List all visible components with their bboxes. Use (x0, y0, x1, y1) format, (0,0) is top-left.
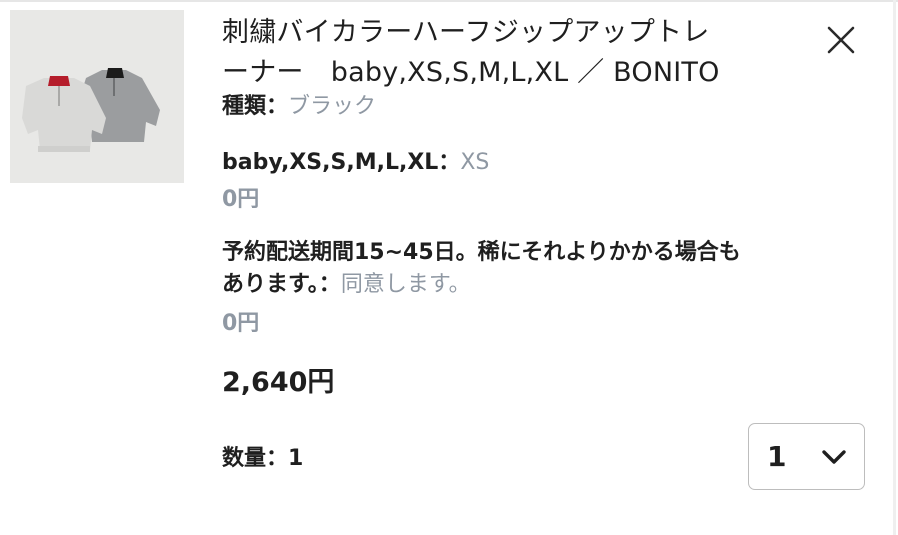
shipping-notice-price: 0円 (222, 311, 260, 336)
close-button[interactable] (818, 20, 864, 60)
shipping-notice-label: あります。： (222, 272, 341, 297)
right-edge-divider (893, 0, 896, 535)
quantity-label: 数量：1 (222, 446, 304, 471)
option-size: baby,XS,S,M,L,XL：XS (222, 148, 489, 178)
option-type: 種類：ブラック (222, 92, 376, 122)
shipping-notice: 予約配送期間15~45日。稀にそれよりかかる場合も あります。：同意します。 (222, 237, 872, 301)
shipping-notice-line1: 予約配送期間15~45日。稀にそれよりかかる場合も (222, 240, 741, 265)
option-size-price: 0円 (222, 187, 260, 212)
product-title[interactable]: 刺繍バイカラーハーフジップアップトレ ーナー baby,XS,S,M,L,XL … (222, 13, 822, 93)
product-thumbnail[interactable] (10, 10, 184, 183)
item-total-price: 2,640円 (222, 367, 335, 398)
option-type-label: 種類： (222, 94, 289, 119)
option-size-label: baby,XS,S,M,L,XL： (222, 150, 461, 175)
product-title-line2: ーナー baby,XS,S,M,L,XL ／ BONITO (222, 57, 720, 88)
option-type-value: ブラック (288, 94, 377, 119)
product-image (10, 10, 184, 183)
chevron-down-icon (822, 450, 846, 464)
shipping-notice-line2: あります。：同意します。 (222, 269, 872, 301)
close-icon (827, 26, 855, 54)
product-title-line1: 刺繍バイカラーハーフジップアップトレ (222, 17, 710, 48)
shipping-notice-agreement: 同意します。 (340, 272, 471, 297)
top-divider (0, 0, 898, 2)
option-size-value: XS (460, 150, 490, 175)
quantity-select-value: 1 (767, 440, 787, 473)
quantity-select[interactable]: 1 (748, 423, 865, 490)
